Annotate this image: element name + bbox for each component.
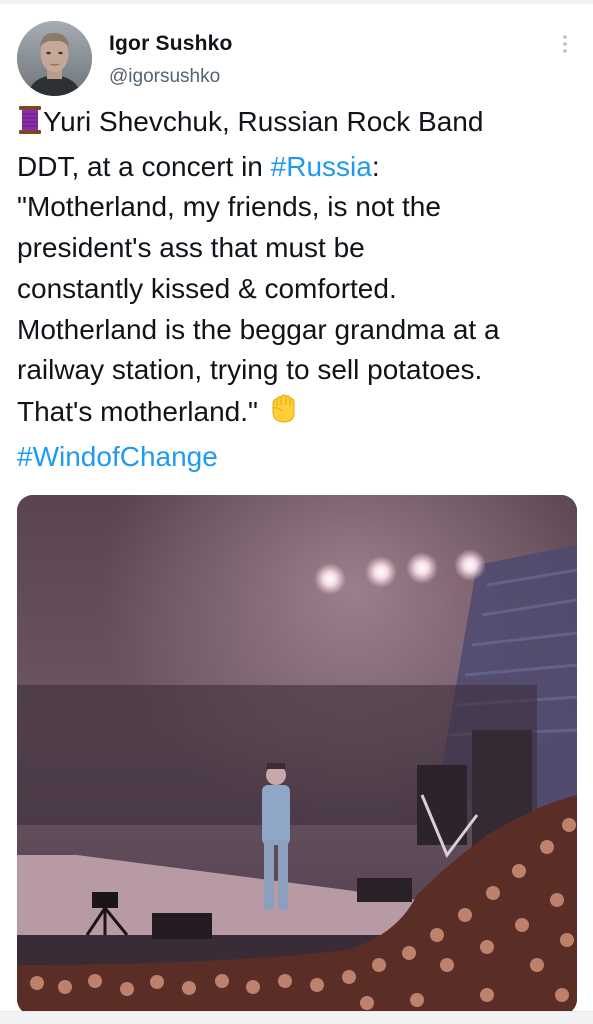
author-display-name[interactable]: Igor Sushko: [109, 32, 233, 56]
tweet-line-text: That's motherland.": [17, 395, 266, 427]
author-avatar[interactable]: [17, 21, 92, 96]
tweet-text: Yuri Shevchuk, Russian Rock Band DDT, at…: [17, 102, 583, 477]
raised-fist-icon: [266, 391, 300, 437]
more-options-button[interactable]: [555, 32, 575, 60]
author-handle[interactable]: @igorsushko: [109, 66, 220, 88]
more-vertical-icon: [562, 34, 568, 59]
bottom-divider: [0, 1011, 593, 1024]
tweet-line: DDT, at a concert in #Russia:: [17, 147, 583, 188]
tweet-line: #WindofChange: [17, 437, 583, 478]
tweet-line-text: :: [371, 150, 380, 182]
tweet-line: Motherland is the beggar grandma at a: [17, 313, 500, 345]
tweet-line-text: Yuri Shevchuk, Russian Rock Band: [43, 106, 484, 137]
hashtag-windofchange-link[interactable]: #WindofChange: [17, 441, 218, 472]
tweet-media-video[interactable]: [17, 495, 577, 1015]
tweet-line: constantly kissed & comforted.: [17, 272, 397, 304]
tweet-line: Yuri Shevchuk, Russian Rock Band: [17, 102, 583, 147]
thread-spool-icon: [17, 105, 43, 147]
hashtag-russia-link[interactable]: #Russia: [271, 151, 372, 182]
tweet-line: president's ass that must be: [17, 232, 365, 264]
tweet-line: "Motherland, my friends, is not the: [17, 191, 441, 223]
top-divider: [0, 0, 593, 4]
tweet-line: railway station, trying to sell potatoes…: [17, 354, 483, 386]
tweet-line-text: DDT, at a concert in: [17, 150, 271, 182]
tweet-line: That's motherland.": [17, 391, 583, 437]
